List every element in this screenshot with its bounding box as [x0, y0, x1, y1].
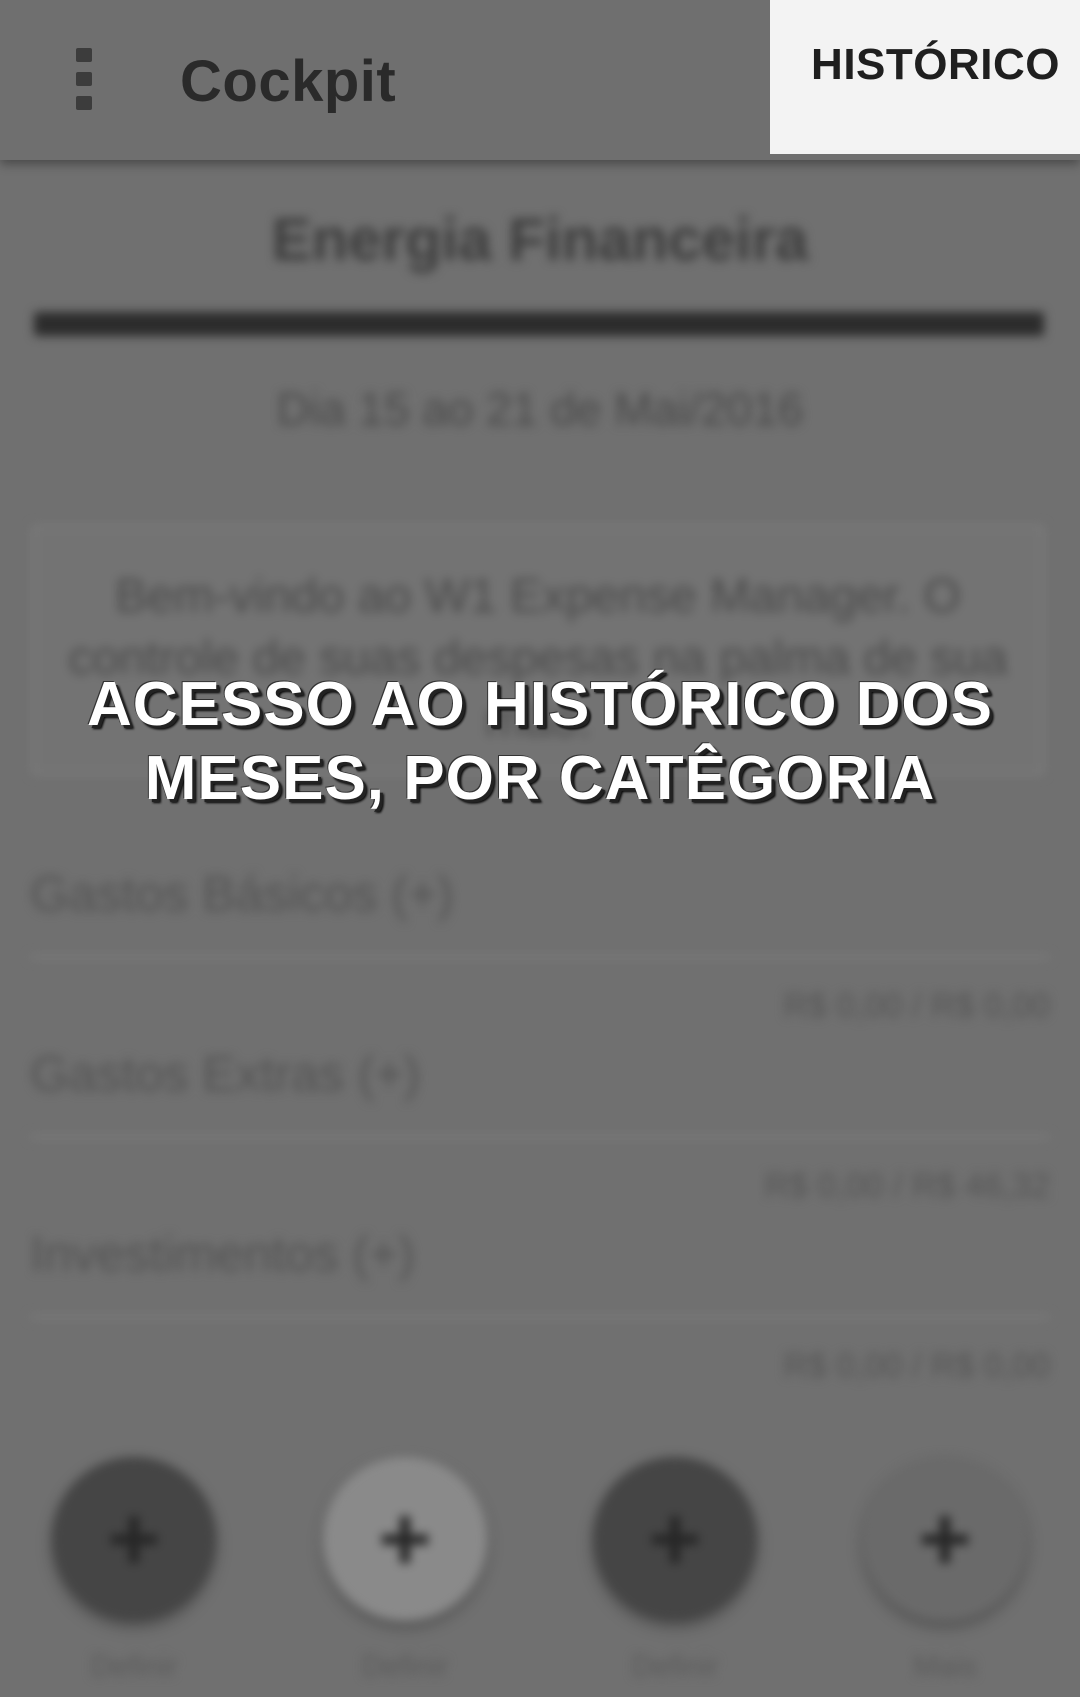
category-value: R$ 0,00 / R$ 0,00 [783, 1347, 1050, 1385]
category-title: Gastos Básicos (+) [30, 866, 454, 922]
plus-icon: + [107, 1487, 161, 1590]
period-label: Dia 15 ao 21 de Mai/2016 [276, 383, 804, 435]
cockpit-content: Energia Financeira Dia 15 ao 21 de Mai/2… [0, 160, 1080, 1697]
category-title: Gastos Extras (+) [30, 1046, 421, 1102]
action-label: Definir [631, 1650, 719, 1683]
add-button-2[interactable]: + [323, 1457, 487, 1621]
category-value: R$ 0,00 / R$ 0,00 [783, 987, 1050, 1025]
overflow-menu-icon[interactable] [76, 48, 92, 110]
category-divider [30, 955, 1050, 959]
category-extra-expenses[interactable]: Gastos Extras (+) R$ 0,00 / R$ 46,32 [30, 1045, 1050, 1225]
add-button-1[interactable]: + [52, 1457, 216, 1621]
tutorial-caption: ACESSO AO HISTÓRICO DOS MESES, POR CATÊG… [40, 668, 1040, 816]
action-label: Definir [361, 1650, 449, 1683]
caption-line-1: ACESSO AO HISTÓRICO DOS [86, 670, 993, 739]
category-title: Investimentos (+) [30, 1226, 415, 1282]
history-button[interactable]: HISTÓRICO [770, 0, 1080, 154]
plus-icon: + [648, 1487, 702, 1590]
action-label: Definir [90, 1650, 178, 1683]
energy-title: Energia Financeira [271, 206, 809, 273]
category-divider [30, 1315, 1050, 1319]
category-investments[interactable]: Investimentos (+) R$ 0,00 / R$ 0,00 [30, 1225, 1050, 1405]
category-value: R$ 0,00 / R$ 46,32 [764, 1167, 1050, 1205]
caption-line-2: MESES, POR CATÊGORIA [144, 744, 936, 813]
energy-progress-bar [34, 312, 1044, 336]
category-divider [30, 1135, 1050, 1139]
category-basic-expenses[interactable]: Gastos Básicos (+) R$ 0,00 / R$ 0,00 [30, 865, 1050, 1045]
plus-icon: + [918, 1487, 972, 1590]
app-bar: Cockpit HISTÓRICO [0, 0, 1080, 160]
add-button-more[interactable]: + [863, 1457, 1027, 1621]
add-button-3[interactable]: + [593, 1457, 757, 1621]
plus-icon: + [378, 1487, 432, 1590]
action-label: Mais [913, 1650, 977, 1683]
app-title: Cockpit [180, 49, 397, 114]
